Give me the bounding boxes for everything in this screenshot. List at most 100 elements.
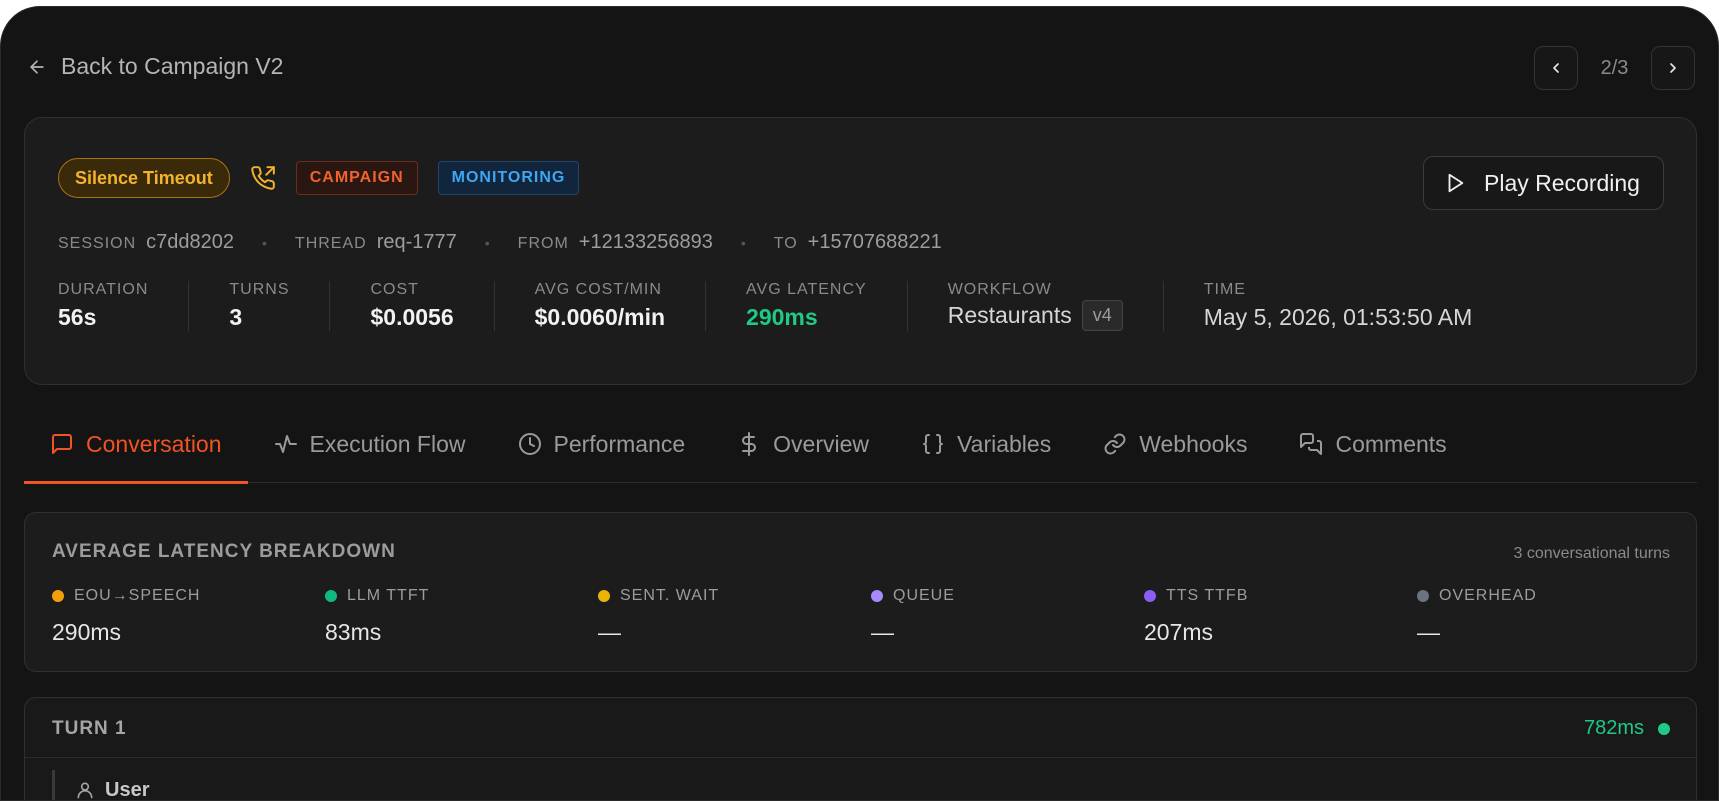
pager: 2/3 xyxy=(1534,46,1695,90)
stat-workflow-label: WORKFLOW xyxy=(947,281,1052,298)
turn-latency-value: 782ms xyxy=(1583,717,1644,739)
latency-items: EOU→SPEECH 290ms LLM TTFT 83ms SENT. WAI… xyxy=(52,587,1690,646)
clock-icon xyxy=(518,433,541,455)
speaker-label: User xyxy=(105,778,150,801)
chevron-left-icon xyxy=(1553,63,1559,73)
messages-icon xyxy=(1300,433,1323,455)
stat-avg-cost: AVG COST/MIN $0.0060/min xyxy=(493,281,705,331)
stat-turns-label: TURNS xyxy=(229,281,290,298)
latency-item-llm-ttft: LLM TTFT 83ms xyxy=(325,587,598,646)
turn-header[interactable]: TURN 1 782ms xyxy=(25,698,1696,758)
back-link[interactable]: Back to Campaign V2 xyxy=(27,53,283,80)
campaign-badge: CAMPAIGN xyxy=(295,161,418,195)
stat-avg-latency: AVG LATENCY 290ms xyxy=(705,281,907,331)
stat-time: TIME May 5, 2026, 01:53:50 AM xyxy=(1162,281,1513,331)
user-icon xyxy=(77,782,93,799)
workflow-row: Restaurants v4 xyxy=(948,300,1123,331)
pager-count: 2/3 xyxy=(1600,56,1629,79)
meta-separator: • xyxy=(484,235,490,251)
tab-performance[interactable]: Performance xyxy=(492,405,712,483)
workflow-name[interactable]: Restaurants xyxy=(948,302,1072,329)
latency-value: — xyxy=(1417,619,1440,645)
message-square-icon xyxy=(52,434,72,454)
meta-from-value: +12133256893 xyxy=(578,231,713,253)
legend-dot xyxy=(52,590,64,602)
stat-avg-latency-label: AVG LATENCY xyxy=(746,281,867,298)
latency-label: QUEUE xyxy=(893,587,955,604)
session-stats: DURATION 56s TURNS 3 COST $0.0056 AVG CO… xyxy=(58,281,1512,331)
meta-separator: • xyxy=(262,235,267,251)
dollar-icon xyxy=(742,432,757,456)
stat-turns-value: 3 xyxy=(229,304,243,330)
tab-overview[interactable]: Overview xyxy=(711,405,895,483)
stat-duration-label: DURATION xyxy=(58,281,149,298)
meta-thread-value: req-1777 xyxy=(376,231,457,253)
play-icon xyxy=(1448,173,1464,193)
status-dot xyxy=(1658,722,1670,735)
latency-title: AVERAGE LATENCY BREAKDOWN xyxy=(52,541,396,562)
link-icon xyxy=(1104,433,1126,455)
session-card: Silence Timeout CAMPAIGN MONITORING Play… xyxy=(24,117,1697,385)
braces-icon xyxy=(923,434,944,454)
phone-outgoing-icon xyxy=(251,166,275,190)
activity-icon xyxy=(274,435,297,453)
turn-user-message: User xyxy=(52,770,150,801)
stat-turns: TURNS 3 xyxy=(188,281,329,331)
latency-item-eou-speech: EOU→SPEECH 290ms xyxy=(52,587,325,646)
session-meta: SESSION c7dd8202 • THREAD req-1777 • FRO… xyxy=(58,231,942,254)
workflow-version-badge: v4 xyxy=(1081,300,1123,331)
latency-label: SENT. WAIT xyxy=(620,587,720,604)
legend-dot xyxy=(871,590,883,602)
stat-avg-cost-value: $0.0060/min xyxy=(534,304,666,330)
meta-from-key: FROM xyxy=(517,235,569,252)
legend-dot xyxy=(598,590,610,602)
top-bar: Back to Campaign V2 2/3 xyxy=(1,7,1718,117)
stat-cost-label: COST xyxy=(370,281,419,298)
meta-to-value: +15707688221 xyxy=(807,231,942,253)
tab-label: Webhooks xyxy=(1139,430,1248,457)
tab-execution-flow[interactable]: Execution Flow xyxy=(248,405,492,483)
status-badge: Silence Timeout xyxy=(58,158,230,198)
meta-session-key: SESSION xyxy=(58,235,137,252)
play-recording-button[interactable]: Play Recording xyxy=(1423,156,1664,210)
latency-label: TTS TTFB xyxy=(1166,587,1249,604)
stat-avg-latency-value: 290ms xyxy=(746,304,818,330)
latency-item-tts-ttfb: TTS TTFB 207ms xyxy=(1144,587,1417,646)
prev-button[interactable] xyxy=(1534,46,1578,90)
legend-dot xyxy=(1417,590,1429,602)
latency-value: — xyxy=(871,619,894,645)
tab-label: Overview xyxy=(773,430,870,457)
meta-thread-key: THREAD xyxy=(294,235,367,252)
meta-separator: • xyxy=(740,235,746,251)
latency-value: — xyxy=(598,619,621,645)
legend-dot xyxy=(1144,590,1156,602)
meta-session-value: c7dd8202 xyxy=(146,231,235,253)
tab-label: Performance xyxy=(553,430,686,457)
tab-webhooks[interactable]: Webhooks xyxy=(1077,405,1273,483)
session-tags: Silence Timeout CAMPAIGN MONITORING xyxy=(58,158,580,198)
stat-workflow: WORKFLOW Restaurants v4 xyxy=(906,281,1163,331)
turn-card: TURN 1 782ms User xyxy=(24,697,1697,801)
latency-item-overhead: OVERHEAD — xyxy=(1417,587,1690,646)
stat-time-value: May 5, 2026, 01:53:50 AM xyxy=(1203,304,1473,330)
latency-label: EOU→SPEECH xyxy=(74,587,201,604)
play-recording-label: Play Recording xyxy=(1484,169,1640,196)
stat-duration: DURATION 56s xyxy=(58,281,188,331)
monitoring-badge: MONITORING xyxy=(437,161,580,195)
turn-title: TURN 1 xyxy=(52,718,127,739)
app-frame: Back to Campaign V2 2/3 Silence Timeout … xyxy=(0,6,1719,801)
tab-comments[interactable]: Comments xyxy=(1273,405,1472,483)
legend-dot xyxy=(325,590,337,602)
tab-label: Conversation xyxy=(86,430,222,457)
stat-time-label: TIME xyxy=(1203,281,1246,298)
latency-value: 207ms xyxy=(1144,619,1214,645)
latency-label: LLM TTFT xyxy=(347,587,430,604)
arrow-left-icon xyxy=(30,59,44,74)
latency-item-sent-wait: SENT. WAIT — xyxy=(598,587,871,646)
next-button[interactable] xyxy=(1651,46,1695,90)
stat-cost: COST $0.0056 xyxy=(329,281,493,331)
latency-label: OVERHEAD xyxy=(1439,587,1537,604)
back-label: Back to Campaign V2 xyxy=(61,53,284,79)
tab-conversation[interactable]: Conversation xyxy=(24,405,248,484)
tab-variables[interactable]: Variables xyxy=(895,405,1077,483)
